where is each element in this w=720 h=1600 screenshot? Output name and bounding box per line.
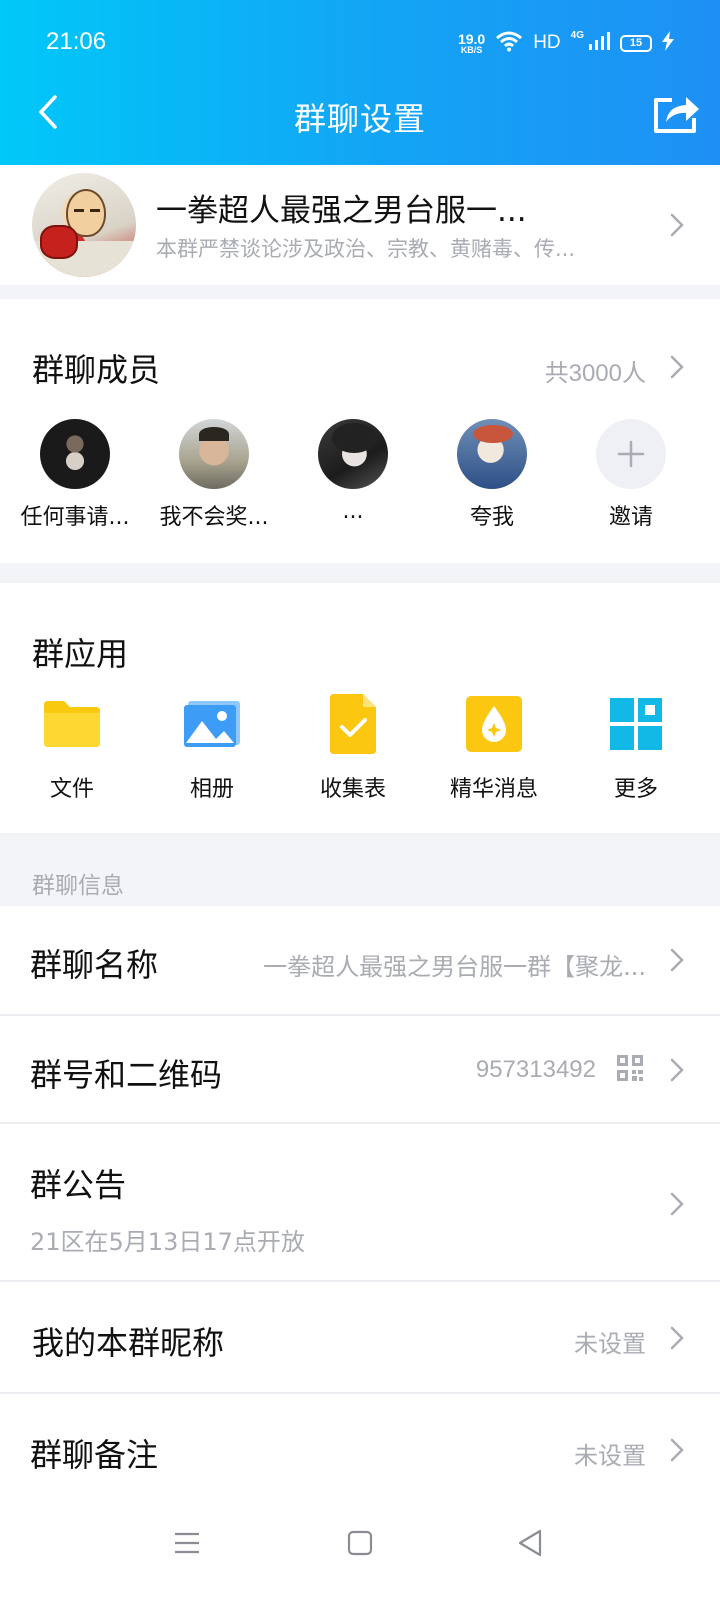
app-more[interactable]: 更多 <box>566 693 706 803</box>
group-apps-card: 群应用 文件 相册 收集表 精华消息 更多 <box>0 583 720 833</box>
group-name-row[interactable]: 群聊名称 一拳超人最强之男台服一群【聚龙... <box>0 906 720 1014</box>
status-time: 21:06 <box>46 28 107 55</box>
group-remark-row[interactable]: 群聊备注 未设置 <box>0 1394 720 1490</box>
row-title: 我的本群昵称 <box>32 1324 225 1362</box>
more-grid-icon <box>605 693 667 755</box>
row-title: 群聊备注 <box>30 1436 159 1474</box>
triangle-back-icon <box>517 1529 543 1561</box>
share-icon <box>652 92 702 138</box>
group-name: 一拳超人最强之男台服一... <box>156 193 527 229</box>
chevron-right-icon <box>670 1326 684 1350</box>
members-count: 共3000人 <box>544 360 646 387</box>
photo-album-icon <box>181 693 243 755</box>
signal-icon <box>588 31 610 56</box>
section-label-group-info: 群聊信息 <box>32 873 124 899</box>
avatar <box>179 419 249 489</box>
group-number-row[interactable]: 群号和二维码 957313492 <box>0 1016 720 1122</box>
plus-icon <box>596 419 666 489</box>
form-icon <box>322 693 384 755</box>
member-name: 夸我 <box>469 505 514 530</box>
member-item[interactable]: 夸我 <box>422 419 562 531</box>
group-avatar <box>32 173 136 277</box>
members-title: 群聊成员 <box>32 351 161 389</box>
avatar <box>457 419 527 489</box>
qr-code-icon <box>616 1054 644 1086</box>
apps-title: 群应用 <box>32 635 129 673</box>
header-bar: 21:06 19.0 KB/S HD 4G 15 群聊设置 <box>0 0 720 165</box>
member-item[interactable]: 任何事请... <box>5 419 145 531</box>
app-label: 文件 <box>49 777 94 802</box>
member-item[interactable]: 我不会奖... <box>144 419 284 531</box>
hd-indicator: HD <box>533 32 561 53</box>
home-square-icon <box>347 1530 373 1560</box>
row-title: 群聊名称 <box>30 946 159 984</box>
chevron-right-icon <box>670 355 684 379</box>
menu-button[interactable] <box>162 1520 212 1570</box>
chevron-right-icon <box>670 213 684 237</box>
notice-preview: 21区在5月13日17点开放 <box>30 1228 305 1256</box>
app-essence[interactable]: 精华消息 <box>424 693 564 803</box>
invite-button[interactable]: 邀请 <box>561 419 701 531</box>
member-item[interactable]: ... <box>283 419 423 524</box>
status-bar: 21:06 19.0 KB/S HD 4G 15 <box>0 0 720 80</box>
row-value: 一拳超人最强之男台服一群【聚龙... <box>263 953 646 981</box>
network-speed: 19.0 KB/S <box>457 30 486 55</box>
group-notice-row[interactable]: 群公告 21区在5月13日17点开放 <box>0 1124 720 1280</box>
chevron-right-icon <box>670 948 684 972</box>
my-nickname-row[interactable]: 我的本群昵称 未设置 <box>0 1282 720 1392</box>
members-card: 群聊成员 共3000人 任何事请... 我不会奖... ... 夸我 邀请 <box>0 299 720 563</box>
app-form[interactable]: 收集表 <box>283 693 423 803</box>
app-label: 精华消息 <box>449 777 538 802</box>
invite-label: 邀请 <box>608 505 653 530</box>
avatar <box>318 419 388 489</box>
chevron-right-icon <box>670 1192 684 1216</box>
app-files[interactable]: 文件 <box>2 693 142 803</box>
essence-icon <box>463 693 525 755</box>
group-profile-card[interactable]: 一拳超人最强之男台服一... 本群严禁谈论涉及政治、宗教、黄赌毒、传... <box>0 165 720 285</box>
back-nav-button[interactable] <box>505 1520 555 1570</box>
battery-icon: 15 <box>620 34 652 52</box>
member-name: 我不会奖... <box>159 505 269 530</box>
home-button[interactable] <box>335 1520 385 1570</box>
page-title: 群聊设置 <box>293 100 426 138</box>
chevron-right-icon <box>670 1438 684 1462</box>
app-label: 相册 <box>189 777 234 802</box>
menu-icon <box>174 1532 200 1558</box>
row-value: 未设置 <box>574 1442 646 1470</box>
row-title: 群公告 <box>30 1166 127 1204</box>
app-album[interactable]: 相册 <box>142 693 282 803</box>
member-name: 任何事请... <box>20 505 130 530</box>
row-title: 群号和二维码 <box>30 1056 223 1094</box>
status-icons: 19.0 KB/S HD 4G 15 <box>458 28 674 58</box>
system-nav-bar <box>0 1490 720 1600</box>
chevron-right-icon <box>670 1058 684 1082</box>
app-label: 收集表 <box>319 777 386 802</box>
folder-icon <box>41 693 103 755</box>
member-name: ... <box>342 499 364 524</box>
app-label: 更多 <box>613 777 658 802</box>
network-type: 4G <box>570 30 584 41</box>
share-button[interactable] <box>648 90 706 140</box>
group-description: 本群严禁谈论涉及政治、宗教、黄赌毒、传... <box>156 237 576 261</box>
wifi-icon <box>495 30 523 57</box>
group-number-value: 957313492 <box>475 1056 596 1083</box>
row-value: 未设置 <box>574 1330 646 1358</box>
charging-icon <box>662 30 674 56</box>
avatar <box>40 419 110 489</box>
